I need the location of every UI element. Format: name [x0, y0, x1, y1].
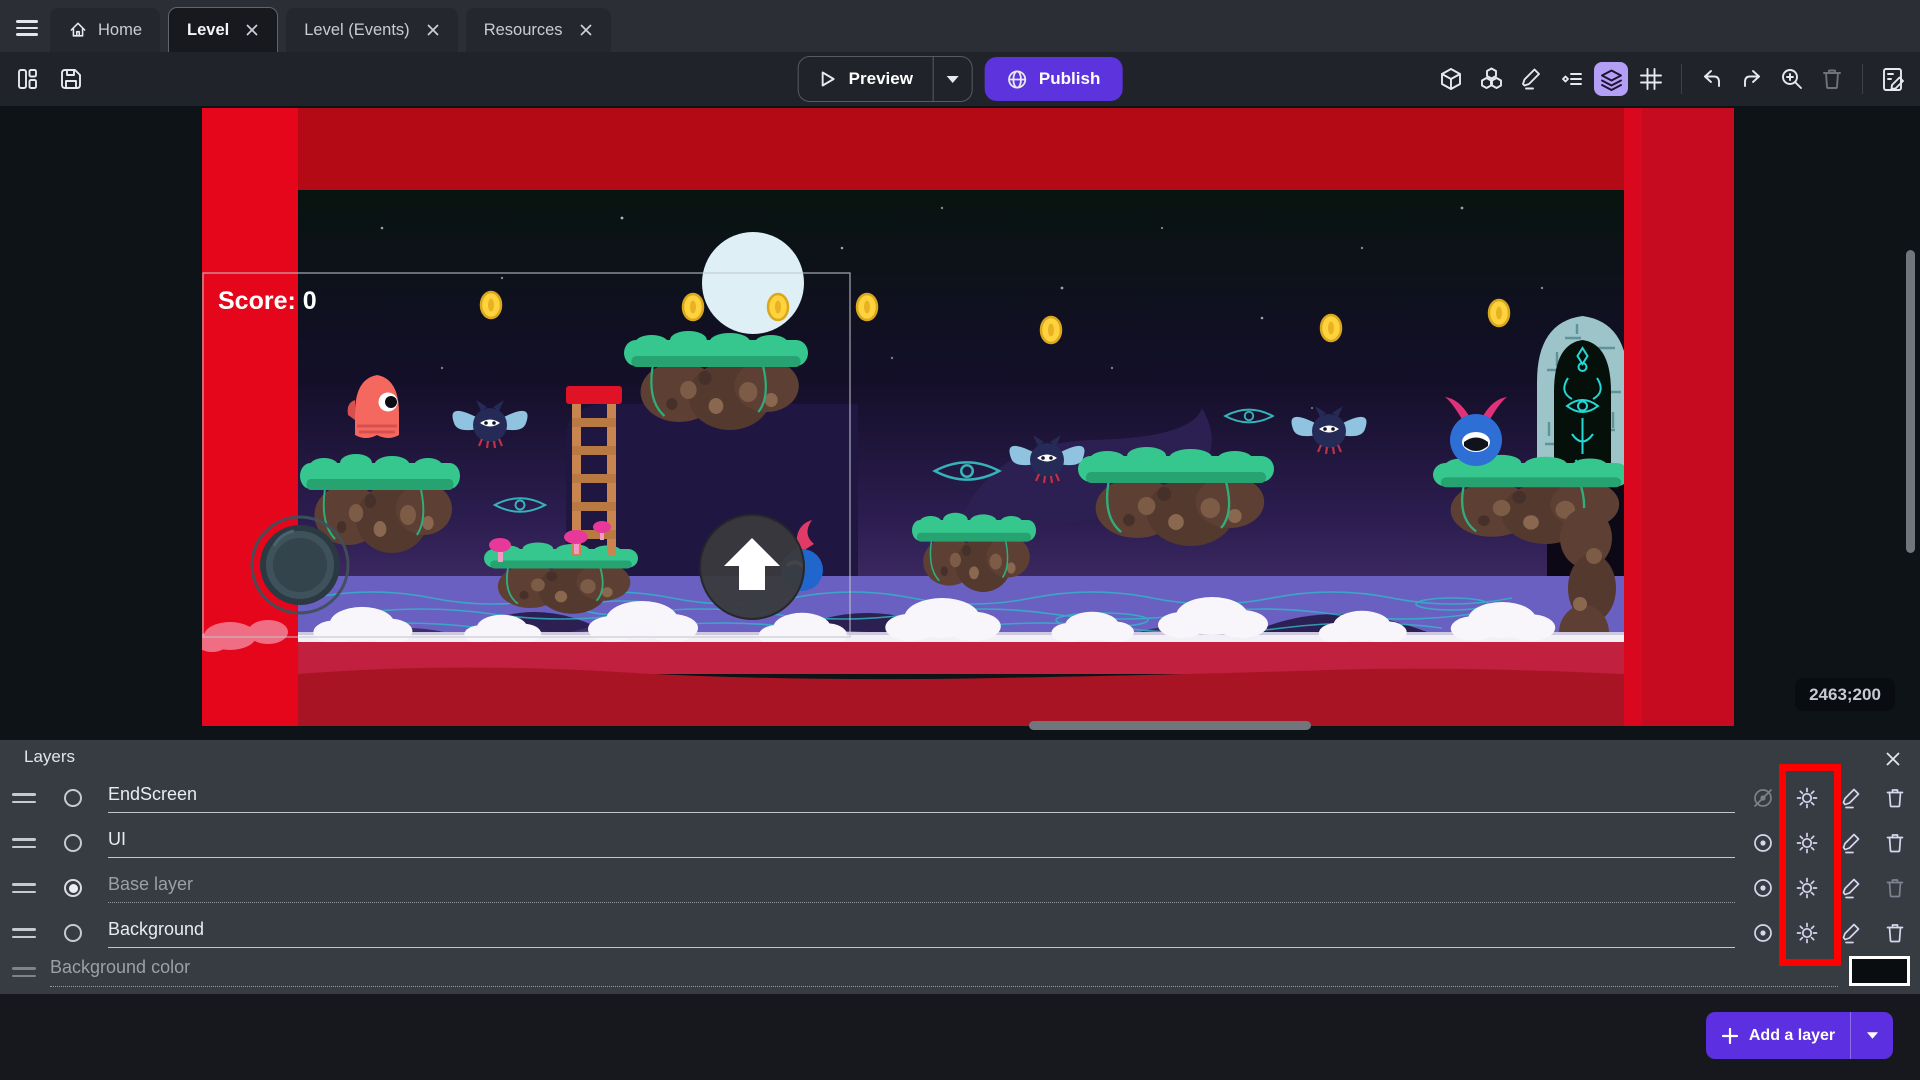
close-icon[interactable]: [579, 23, 593, 37]
edit-icon[interactable]: [1839, 831, 1863, 855]
chevron-down-icon: [1866, 1031, 1879, 1040]
toolbar: Preview Publish: [0, 52, 1920, 106]
layer-name-field[interactable]: UI: [108, 829, 1735, 858]
preview-button[interactable]: Preview: [798, 56, 973, 102]
layers-icon[interactable]: [1594, 62, 1628, 96]
layer-radio[interactable]: [64, 789, 82, 807]
tab-label: Level: [187, 21, 229, 40]
trash-icon: [1815, 62, 1849, 96]
trash-icon: [1883, 876, 1907, 900]
trash-icon[interactable]: [1883, 786, 1907, 810]
bottom-strip: Add a layer: [0, 994, 1920, 1080]
drag-handle-icon[interactable]: [12, 883, 36, 893]
tab-bar: Home Level Level (Events) Resources: [0, 0, 1920, 52]
save-icon[interactable]: [54, 62, 88, 96]
drag-handle-icon[interactable]: [12, 793, 36, 803]
grid-icon[interactable]: [1634, 62, 1668, 96]
toolbar-separator: [1862, 64, 1863, 94]
close-icon[interactable]: [245, 23, 259, 37]
publish-button[interactable]: Publish: [985, 57, 1122, 101]
tab-resources[interactable]: Resources: [466, 8, 611, 52]
layer-radio-selected[interactable]: [64, 879, 82, 897]
play-icon: [819, 70, 837, 88]
trash-icon[interactable]: [1883, 831, 1907, 855]
layer-row-endscreen: EndScreen: [0, 776, 1920, 820]
edit-icon[interactable]: [1839, 921, 1863, 945]
scene-canvas[interactable]: Score: 0: [202, 108, 1734, 726]
visibility-icon[interactable]: [1751, 831, 1775, 855]
drag-handle-icon[interactable]: [12, 928, 36, 938]
portal[interactable]: [1537, 316, 1628, 478]
layer-row-ui: UI: [0, 821, 1920, 865]
tab-level-events[interactable]: Level (Events): [286, 8, 457, 52]
horizontal-scrollbar[interactable]: [1029, 721, 1311, 730]
objects-icon[interactable]: [1474, 62, 1508, 96]
3d-box-icon[interactable]: [1434, 62, 1468, 96]
globe-icon: [1007, 69, 1028, 90]
drag-handle-icon: [12, 967, 36, 977]
layer-name-field[interactable]: Background: [108, 919, 1735, 948]
layer-radio[interactable]: [64, 834, 82, 852]
undo-icon[interactable]: [1695, 62, 1729, 96]
cursor-coordinates: 2463;200: [1795, 678, 1895, 711]
add-layer-label: Add a layer: [1749, 1027, 1835, 1045]
joystick-control[interactable]: [252, 517, 348, 613]
publish-label: Publish: [1039, 69, 1100, 89]
tab-home[interactable]: Home: [50, 8, 160, 52]
lighting-icon[interactable]: [1795, 876, 1819, 900]
plus-icon: [1721, 1027, 1739, 1045]
close-icon[interactable]: [426, 23, 440, 37]
edit-icon[interactable]: [1514, 62, 1548, 96]
background-color-label: Background color: [50, 957, 1838, 987]
vertical-scrollbar[interactable]: [1906, 250, 1915, 553]
edit-icon[interactable]: [1839, 876, 1863, 900]
layers-panel-title: Layers: [24, 747, 75, 767]
events-editor-icon[interactable]: [1876, 62, 1910, 96]
edit-icon[interactable]: [1839, 786, 1863, 810]
frame-top: [298, 108, 1624, 190]
layer-row-base-layer: Base layer: [0, 866, 1920, 910]
tab-label: Level (Events): [304, 21, 409, 40]
main-menu-icon[interactable]: [10, 8, 44, 48]
project-manager-icon[interactable]: [10, 62, 44, 96]
layer-name-field[interactable]: Base layer: [108, 874, 1735, 903]
drag-handle-icon[interactable]: [12, 838, 36, 848]
scene-editor-canvas-area: Score: 0 2463;200: [0, 106, 1920, 740]
redo-icon[interactable]: [1735, 62, 1769, 96]
score-text: Score: 0: [218, 287, 317, 315]
moon[interactable]: [702, 232, 804, 334]
add-layer-options-button[interactable]: [1850, 1012, 1893, 1059]
jump-button[interactable]: [700, 515, 804, 619]
lighting-icon[interactable]: [1795, 831, 1819, 855]
toolbar-separator: [1681, 64, 1682, 94]
background-color-row: Background color: [0, 952, 1920, 992]
tab-label: Home: [98, 21, 142, 40]
zoom-in-icon[interactable]: [1775, 62, 1809, 96]
chevron-down-icon: [946, 75, 960, 84]
home-icon: [68, 20, 88, 40]
background-color-swatch[interactable]: [1849, 956, 1910, 986]
visibility-icon[interactable]: [1751, 876, 1775, 900]
visibility-off-icon[interactable]: [1751, 786, 1775, 810]
tab-label: Resources: [484, 21, 563, 40]
layer-name-field[interactable]: EndScreen: [108, 784, 1735, 813]
preview-options-button[interactable]: [933, 57, 972, 101]
lighting-icon[interactable]: [1795, 921, 1819, 945]
preview-label: Preview: [849, 69, 913, 89]
layer-radio[interactable]: [64, 924, 82, 942]
add-layer-button[interactable]: Add a layer: [1706, 1012, 1893, 1059]
frame-right-edge: [1624, 108, 1642, 726]
lighting-icon[interactable]: [1795, 786, 1819, 810]
instances-list-icon[interactable]: [1554, 62, 1588, 96]
tab-level[interactable]: Level: [168, 7, 278, 52]
layer-row-background: Background: [0, 911, 1920, 955]
close-icon[interactable]: [1882, 748, 1904, 770]
trash-icon[interactable]: [1883, 921, 1907, 945]
layers-panel: Layers EndScreen UI: [0, 740, 1920, 994]
visibility-icon[interactable]: [1751, 921, 1775, 945]
